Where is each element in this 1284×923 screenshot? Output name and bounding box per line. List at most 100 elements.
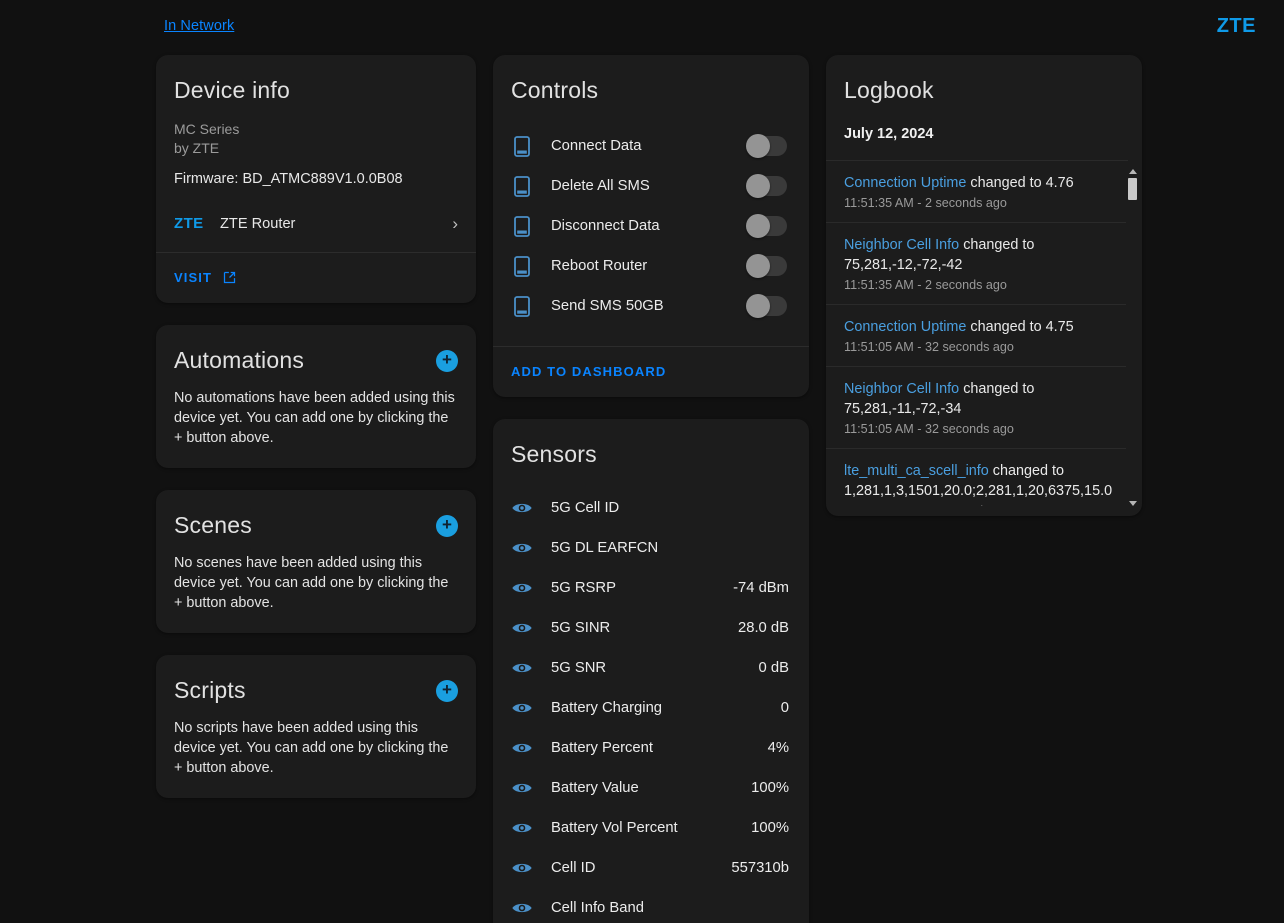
control-toggle[interactable] bbox=[746, 254, 787, 278]
device-info-card: Device info MC Series by ZTE Firmware: B… bbox=[156, 55, 476, 303]
control-label: Connect Data bbox=[551, 138, 642, 154]
toggle-knob bbox=[746, 254, 770, 278]
eye-icon[interactable] bbox=[511, 900, 533, 916]
sensor-name: Battery Vol Percent bbox=[551, 820, 678, 836]
logbook-entry[interactable]: Neighbor Cell Info changed to 75,281,-12… bbox=[826, 222, 1128, 304]
scripts-empty-text: No scripts have been added using this de… bbox=[174, 720, 449, 776]
sensor-value: -74 dBm bbox=[733, 580, 789, 596]
sensor-name: Battery Charging bbox=[551, 700, 663, 716]
logbook-entity-link[interactable]: Connection Uptime bbox=[844, 175, 966, 191]
toggle-knob bbox=[746, 174, 770, 198]
sensor-row: Cell Info Band bbox=[511, 888, 791, 923]
tablet-icon bbox=[511, 255, 533, 277]
sensor-row: 5G SINR 28.0 dB bbox=[511, 608, 791, 648]
scripts-title-row: Scripts + bbox=[174, 677, 458, 704]
logbook-timestamp: 11:51:05 AM - 32 seconds ago bbox=[844, 340, 1014, 354]
control-label: Disconnect Data bbox=[551, 218, 660, 234]
eye-icon[interactable] bbox=[511, 780, 533, 796]
logbook-entry-list[interactable]: Connection Uptime changed to 4.76 11:51:3… bbox=[826, 160, 1142, 506]
automations-body: Automations + No automations have been a… bbox=[156, 325, 476, 468]
sensor-name: Cell ID bbox=[551, 860, 596, 876]
scenes-body: Scenes + No scenes have been added using… bbox=[156, 490, 476, 633]
control-toggle[interactable] bbox=[746, 174, 787, 198]
control-row: Reboot Router bbox=[511, 246, 791, 286]
device-model: MC Series bbox=[174, 121, 240, 137]
eye-icon[interactable] bbox=[511, 820, 533, 836]
logbook-entity-link[interactable]: Connection Uptime bbox=[844, 319, 966, 335]
logbook-scrollbar[interactable] bbox=[1126, 167, 1139, 508]
device-manufacturer: by ZTE bbox=[174, 140, 220, 156]
device-firmware: Firmware: BD_ATMC889V1.0.0B08 bbox=[174, 171, 403, 187]
scrollbar-track[interactable] bbox=[1128, 176, 1137, 499]
chevron-right-icon: › bbox=[452, 214, 458, 233]
add-to-dashboard-button[interactable]: ADD TO DASHBOARD bbox=[511, 364, 666, 379]
scripts-title: Scripts bbox=[174, 677, 246, 703]
logbook-entity-link[interactable]: Neighbor Cell Info bbox=[844, 237, 959, 253]
sensor-name: 5G DL EARFCN bbox=[551, 540, 659, 556]
eye-icon[interactable] bbox=[511, 860, 533, 876]
content-columns: Device info MC Series by ZTE Firmware: B… bbox=[0, 55, 1284, 923]
logbook-entry[interactable]: lte_multi_ca_scell_info changed to 1,281… bbox=[826, 448, 1128, 506]
eye-icon[interactable] bbox=[511, 620, 533, 636]
automations-card: Automations + No automations have been a… bbox=[156, 325, 476, 468]
logbook-entry[interactable]: Connection Uptime changed to 4.75 11:51:0… bbox=[826, 304, 1128, 366]
sensor-row: 5G SNR 0 dB bbox=[511, 648, 791, 688]
eye-icon[interactable] bbox=[511, 660, 533, 676]
app-root: In Network ZTE Device info MC Series by … bbox=[0, 0, 1284, 923]
device-row-zte-logo: ZTE bbox=[174, 215, 204, 232]
controls-list: Connect Data Delete All SMS Disconnect Dat… bbox=[511, 126, 791, 326]
device-row-label: ZTE Router bbox=[220, 215, 296, 232]
logbook-entry[interactable]: Neighbor Cell Info changed to 75,281,-11… bbox=[826, 366, 1128, 448]
scripts-body: Scripts + No scripts have been added usi… bbox=[156, 655, 476, 798]
tablet-icon bbox=[511, 295, 533, 317]
logbook-entity-link[interactable]: Neighbor Cell Info bbox=[844, 381, 959, 397]
automations-empty-text: No automations have been added using thi… bbox=[174, 390, 455, 446]
sensor-name: 5G Cell ID bbox=[551, 500, 620, 516]
scrollbar-thumb[interactable] bbox=[1128, 178, 1137, 200]
sensor-value: 557310b bbox=[731, 860, 789, 876]
add-automation-button[interactable]: + bbox=[436, 349, 458, 372]
eye-icon[interactable] bbox=[511, 500, 533, 516]
sensor-row: 5G Cell ID bbox=[511, 488, 791, 528]
control-label: Reboot Router bbox=[551, 258, 648, 274]
visit-label: VISIT bbox=[174, 270, 213, 285]
add-script-button[interactable]: + bbox=[436, 679, 458, 702]
sensor-row: Battery Percent 4% bbox=[511, 728, 791, 768]
logbook-head: Logbook July 12, 2024 bbox=[826, 55, 1142, 155]
visit-link[interactable]: VISIT bbox=[174, 270, 237, 285]
breadcrumb-in-network[interactable]: In Network bbox=[164, 18, 234, 34]
sensors-card: Sensors 5G Cell ID 5G DL EARFCN 5G RSRP -74… bbox=[493, 419, 809, 923]
controls-card: Controls Connect Data Delete All SMS Disco… bbox=[493, 55, 809, 397]
sensor-name: 5G SINR bbox=[551, 620, 611, 636]
logbook-title: Logbook bbox=[844, 77, 934, 103]
control-toggle[interactable] bbox=[746, 294, 787, 318]
eye-icon[interactable] bbox=[511, 740, 533, 756]
sensor-row: Battery Value 100% bbox=[511, 768, 791, 808]
eye-icon[interactable] bbox=[511, 700, 533, 716]
logbook-entity-link[interactable]: lte_multi_ca_scell_info bbox=[844, 463, 989, 479]
sensor-name: 5G SNR bbox=[551, 660, 607, 676]
control-label: Delete All SMS bbox=[551, 178, 650, 194]
sensor-name: 5G RSRP bbox=[551, 580, 616, 596]
sensor-row: Battery Vol Percent 100% bbox=[511, 808, 791, 848]
scenes-card: Scenes + No scenes have been added using… bbox=[156, 490, 476, 633]
sensor-row: 5G RSRP -74 dBm bbox=[511, 568, 791, 608]
scroll-down-arrow-icon[interactable] bbox=[1128, 501, 1137, 506]
eye-icon[interactable] bbox=[511, 580, 533, 596]
logbook-entry[interactable]: Connection Uptime changed to 4.76 11:51:3… bbox=[826, 160, 1128, 222]
sensor-value: 4% bbox=[767, 740, 789, 756]
left-column: Device info MC Series by ZTE Firmware: B… bbox=[156, 55, 476, 923]
automations-title-row: Automations + bbox=[174, 347, 458, 374]
add-scene-button[interactable]: + bbox=[436, 514, 458, 537]
device-info-title: Device info bbox=[174, 77, 290, 103]
eye-icon[interactable] bbox=[511, 540, 533, 556]
device-router-row[interactable]: ZTE ZTE Router › bbox=[174, 215, 458, 232]
control-toggle[interactable] bbox=[746, 214, 787, 238]
sensor-value: 100% bbox=[751, 820, 789, 836]
controls-body: Controls Connect Data Delete All SMS Disco… bbox=[493, 55, 809, 346]
device-info-body: Device info MC Series by ZTE Firmware: B… bbox=[156, 55, 476, 252]
scroll-up-arrow-icon[interactable] bbox=[1128, 169, 1137, 174]
control-toggle[interactable] bbox=[746, 134, 787, 158]
device-info-footer: VISIT bbox=[156, 253, 476, 303]
control-label: Send SMS 50GB bbox=[551, 298, 664, 314]
